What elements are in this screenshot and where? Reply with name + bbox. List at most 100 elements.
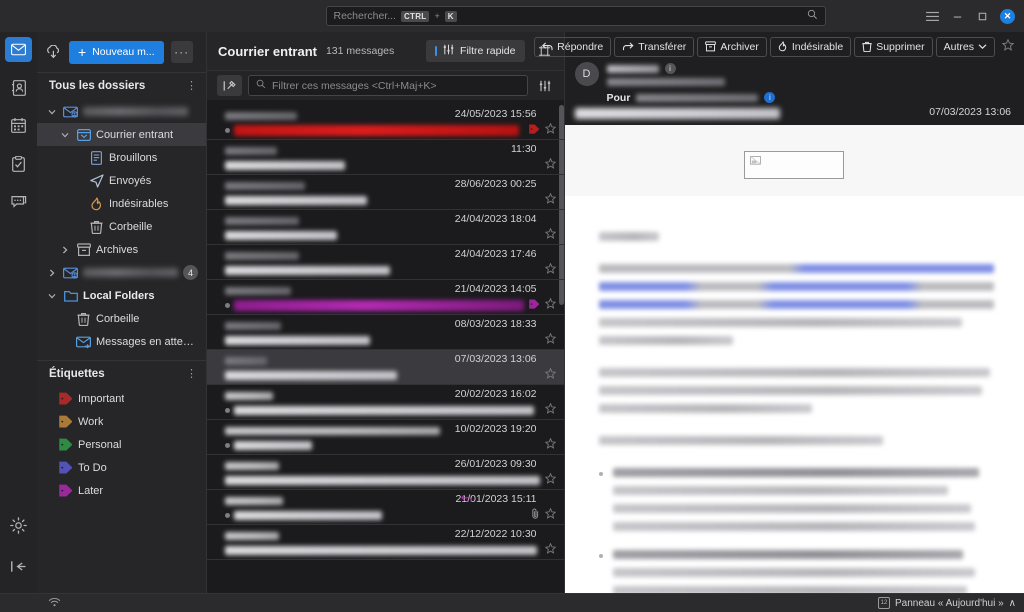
message-row[interactable]: 08/03/2023 18:33 (207, 315, 564, 350)
folder-more-button[interactable]: ··· (170, 41, 193, 63)
message-subject (234, 441, 312, 450)
tag-item-personal[interactable]: Personal (37, 433, 206, 456)
unread-badge: 4 (183, 265, 198, 280)
supprimer-button[interactable]: Supprimer (854, 36, 933, 57)
message-row[interactable]: 22/12/2022 10:30 (207, 525, 564, 560)
folder-options-kebab[interactable]: ⋮ (186, 80, 197, 92)
tag-item-to-do[interactable]: To Do (37, 456, 206, 479)
message-subject-line (215, 158, 554, 173)
message-row[interactable]: 24/04/2023 18:04 (207, 210, 564, 245)
rail-item-calendar[interactable] (5, 113, 32, 138)
kbd-k: K (444, 10, 457, 22)
star-icon[interactable] (544, 227, 556, 242)
transferer-button[interactable]: Transférer (614, 36, 695, 57)
message-row[interactable]: 11:30 (207, 140, 564, 175)
collapse-panel-icon[interactable] (5, 554, 32, 579)
star-icon[interactable] (544, 157, 556, 172)
today-panel-chevron[interactable]: ∧ (1009, 598, 1016, 609)
button-label: Indésirable (791, 40, 844, 53)
message-row[interactable]: 07/03/2023 13:06 (207, 350, 564, 385)
star-icon[interactable] (544, 332, 556, 347)
star-icon[interactable] (544, 542, 556, 557)
chevron-down-icon (978, 43, 987, 50)
repondre-button[interactable]: Répondre (534, 36, 612, 57)
chevron-right-icon[interactable] (45, 269, 58, 277)
message-row[interactable]: 24/05/2023 15:56 (207, 105, 564, 140)
global-search-input[interactable]: Rechercher... CTRL + K (325, 6, 826, 26)
folder-item-ind-sirables[interactable]: Indésirables (37, 192, 206, 215)
autres-button[interactable]: Autres (935, 36, 995, 57)
folder-item-archives[interactable]: Archives (37, 238, 206, 261)
chevron-down-icon[interactable] (45, 292, 58, 300)
kbd-ctrl: CTRL (400, 10, 430, 22)
rail-item-address-book[interactable] (5, 75, 32, 100)
folder-item-courrier-entrant[interactable]: Courrier entrant (37, 123, 206, 146)
tag-label: Later (78, 484, 104, 497)
star-icon[interactable] (544, 297, 556, 312)
tag-item-important[interactable]: Important (37, 387, 206, 410)
tags-options-kebab[interactable]: ⋮ (186, 368, 197, 380)
contact-info-icon[interactable]: i (764, 92, 776, 103)
tag-item-work[interactable]: Work (37, 410, 206, 433)
message-row[interactable]: 10/02/2023 19:20 (207, 420, 564, 455)
folder-item-account[interactable] (37, 100, 206, 123)
folder-item-envoy-s[interactable]: Envoyés (37, 169, 206, 192)
rail-item-mail[interactable] (5, 37, 32, 62)
folder-item-corbeille[interactable]: Corbeille (37, 307, 206, 330)
message-row[interactable]: 24/04/2023 17:46 (207, 245, 564, 280)
folder-item-messages-en-attente[interactable]: Messages en attente (37, 330, 206, 353)
chevron-down-icon[interactable] (58, 131, 71, 139)
message-row[interactable]: 21/01/2023 15:11 (207, 490, 564, 525)
column-options-icon[interactable] (534, 75, 556, 97)
minimize-icon[interactable] (950, 9, 964, 23)
folder-item-corbeille[interactable]: Corbeille (37, 215, 206, 238)
paragraph-line (598, 264, 994, 273)
close-icon[interactable]: ✕ (1000, 8, 1015, 24)
broken-image-glyph (750, 155, 762, 169)
message-row[interactable]: 20/02/2023 16:02 (207, 385, 564, 420)
chevron-down-icon[interactable] (45, 108, 58, 116)
star-icon[interactable] (544, 472, 556, 487)
rail-item-tasks[interactable] (5, 151, 32, 176)
folder-item-brouillons[interactable]: Brouillons (37, 146, 206, 169)
rail-item-chat[interactable] (5, 189, 32, 214)
filter-messages-input[interactable]: Filtrer ces messages <Ctrl+Maj+K> (248, 75, 528, 96)
star-icon[interactable] (998, 38, 1018, 54)
archiver-button[interactable]: Archiver (697, 36, 767, 57)
star-icon[interactable] (544, 367, 556, 382)
tag-item-later[interactable]: Later (37, 479, 206, 502)
message-filter-row: Filtrer ces messages <Ctrl+Maj+K> (207, 70, 564, 100)
star-icon[interactable] (544, 507, 556, 522)
chevron-right-icon[interactable] (58, 246, 71, 254)
star-icon[interactable] (544, 402, 556, 417)
sent-icon (89, 173, 104, 188)
maximize-icon[interactable] (975, 9, 989, 23)
star-icon[interactable] (544, 122, 556, 137)
today-panel-label[interactable]: Panneau « Aujourd'hui » (895, 598, 1004, 609)
hamburger-menu-icon[interactable] (925, 9, 939, 23)
gear-icon[interactable] (5, 513, 32, 538)
message-subject (234, 406, 534, 415)
sender-email-redacted (606, 77, 725, 86)
to-label: Pour (606, 91, 631, 104)
star-icon[interactable] (544, 437, 556, 452)
message-row[interactable]: 28/06/2023 00:25 (207, 175, 564, 210)
message-date: 07/03/2023 13:06 (454, 353, 537, 365)
pin-icon[interactable] (217, 75, 242, 96)
star-icon[interactable] (544, 192, 556, 207)
folder-item-account[interactable]: 4 (37, 261, 206, 284)
new-message-button[interactable]: + Nouveau m... (69, 40, 164, 64)
message-row[interactable]: 26/01/2023 09:30 (207, 455, 564, 490)
message-subject (225, 231, 337, 240)
star-icon[interactable] (544, 262, 556, 277)
folder-label (83, 268, 178, 277)
quick-filter-button[interactable]: Filtre rapide (426, 40, 525, 62)
indesirable-button[interactable]: Indésirable (769, 36, 852, 57)
title-bar: Rechercher... CTRL + K ✕ (0, 0, 1024, 32)
folder-item-local-folders[interactable]: Local Folders (37, 284, 206, 307)
cloud-download-icon[interactable] (45, 45, 62, 59)
message-row[interactable]: 21/04/2023 14:05 (207, 280, 564, 315)
quick-filter-indicator (435, 46, 438, 56)
contact-info-icon[interactable]: i (664, 63, 676, 74)
